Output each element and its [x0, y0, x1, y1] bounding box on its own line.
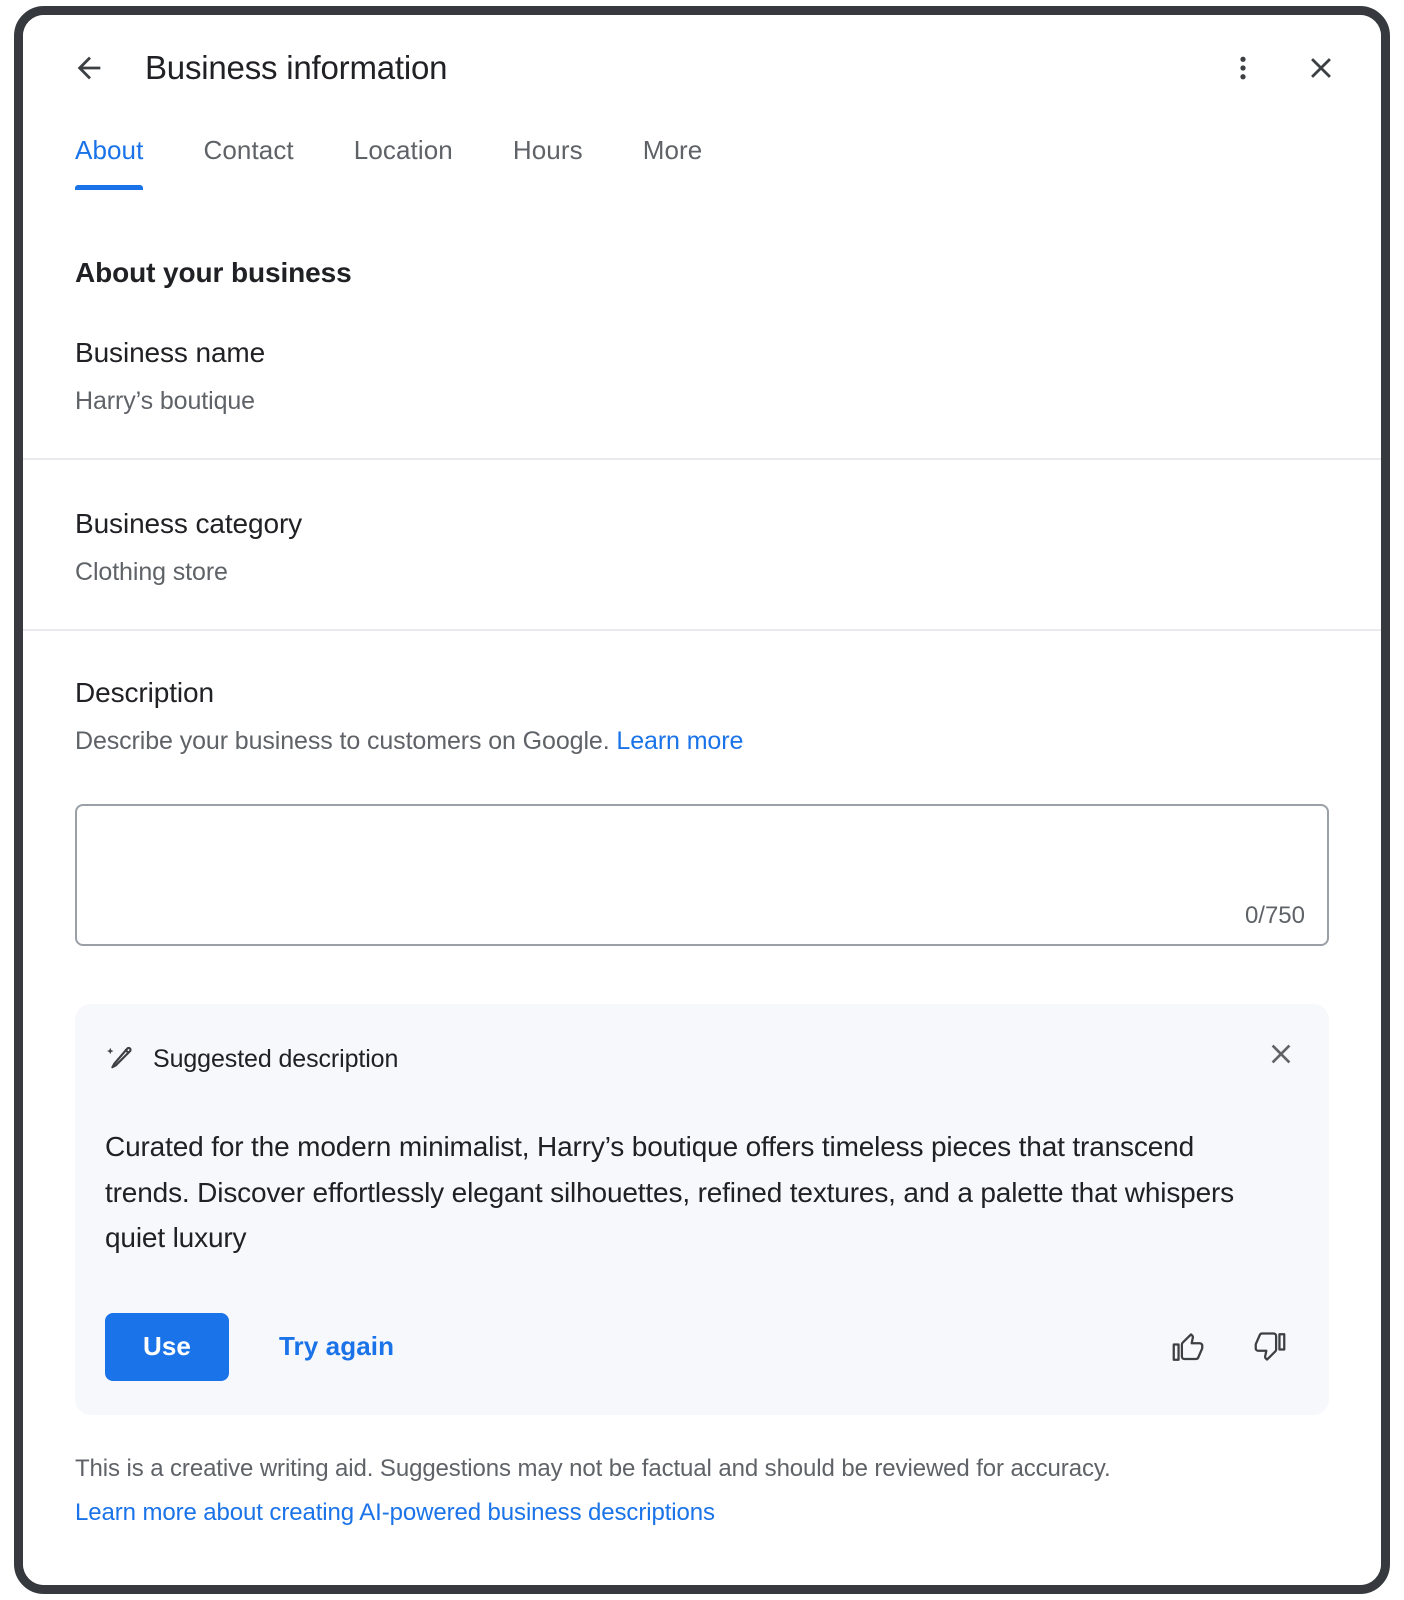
thumb-down-icon: [1254, 1332, 1286, 1361]
tab-more-label: More: [642, 135, 703, 165]
magic-wand-sparkle-icon: [107, 1046, 132, 1069]
tab-contact[interactable]: Contact: [203, 121, 293, 166]
tab-active-indicator: [75, 185, 144, 190]
header-actions: [1215, 40, 1349, 96]
description-help: Describe your business to customers on G…: [75, 727, 1329, 756]
arrow-back-icon: [77, 56, 101, 80]
disclaimer-footer: This is a creative writing aid. Suggesti…: [23, 1415, 1381, 1527]
tab-hours[interactable]: Hours: [513, 121, 583, 166]
more-vert-icon: [1240, 56, 1246, 80]
business-name-value: Harry’s boutique: [75, 387, 255, 415]
page-title: Business information: [145, 49, 448, 86]
use-suggestion-button[interactable]: Use: [105, 1312, 229, 1381]
character-counter: 0/750: [1244, 902, 1305, 929]
field-business-name[interactable]: Business name Harry’s boutique: [23, 289, 1381, 460]
dialog-surface: Business information About Contact Locat…: [23, 15, 1381, 1585]
close-icon: [1271, 1044, 1291, 1064]
description-learn-more-link[interactable]: Learn more: [616, 727, 743, 755]
back-button[interactable]: [61, 40, 117, 96]
field-business-category[interactable]: Business category Clothing store: [23, 460, 1381, 631]
tab-location[interactable]: Location: [354, 121, 453, 166]
tab-hours-label: Hours: [512, 135, 583, 165]
dialog-frame: Business information About Contact Locat…: [14, 6, 1390, 1594]
suggestion-title: Suggested description: [153, 1044, 399, 1073]
tab-location-label: Location: [353, 135, 453, 165]
business-category-label: Business category: [75, 508, 303, 539]
dismiss-suggestion-button[interactable]: [1257, 1030, 1305, 1078]
description-block: Description Describe your business to cu…: [23, 631, 1381, 946]
description-input[interactable]: [77, 806, 1327, 944]
description-label: Description: [75, 677, 214, 708]
tab-contact-label: Contact: [203, 135, 294, 165]
ai-descriptions-learn-more-link[interactable]: Learn more about creating AI-powered bus…: [75, 1499, 1329, 1527]
suggestion-actions: Use Try again: [105, 1312, 1299, 1381]
thumb-up-button[interactable]: [1159, 1318, 1217, 1376]
thumb-down-button[interactable]: [1241, 1318, 1299, 1376]
dialog-header: Business information: [23, 15, 1381, 121]
tab-bar: About Contact Location Hours More: [23, 121, 1381, 221]
business-category-value: Clothing store: [75, 558, 228, 586]
thumb-up-icon: [1172, 1333, 1204, 1361]
overflow-menu-button[interactable]: [1215, 40, 1271, 96]
suggested-description-card: Suggested description Curated for the mo…: [75, 1004, 1329, 1415]
tab-about-label: About: [75, 135, 144, 165]
description-textarea-wrapper[interactable]: 0/750: [75, 804, 1329, 946]
section-title: About your business: [75, 257, 352, 288]
suggestion-header: Suggested description: [105, 1036, 1299, 1082]
suggestion-body: Curated for the modern minimalist, Harry…: [105, 1131, 1235, 1254]
description-help-text: Describe your business to customers on G…: [75, 727, 610, 755]
try-again-button[interactable]: Try again: [257, 1313, 416, 1381]
disclaimer-text: This is a creative writing aid. Suggesti…: [75, 1454, 1111, 1482]
close-icon: [1311, 58, 1331, 78]
tab-more[interactable]: More: [643, 121, 703, 166]
business-name-label: Business name: [75, 337, 266, 368]
close-dialog-button[interactable]: [1293, 40, 1349, 96]
tab-about[interactable]: About: [75, 121, 144, 190]
